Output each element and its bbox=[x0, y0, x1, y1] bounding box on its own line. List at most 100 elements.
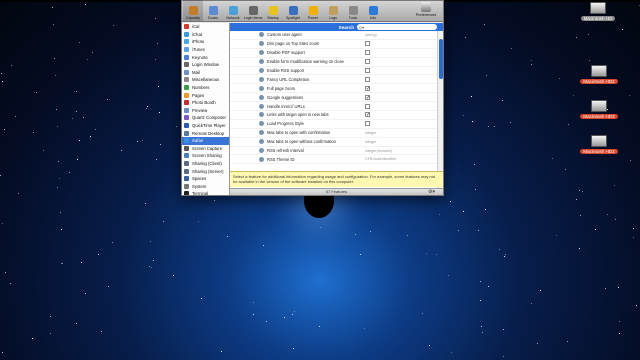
drive-icon[interactable]: Macintosh HD3 bbox=[578, 135, 620, 154]
toolbar-button-capacity[interactable]: Capacity bbox=[183, 0, 203, 21]
star bbox=[107, 99, 108, 100]
toolbar-preferences-button[interactable]: Preferences bbox=[411, 2, 441, 18]
sidebar-item-remote-desktop[interactable]: Remote Desktop bbox=[182, 129, 229, 137]
scrollbar-thumb[interactable] bbox=[439, 39, 443, 79]
sidebar-item-miscellaneous[interactable]: Miscellaneous bbox=[182, 76, 229, 84]
setting-row[interactable]: Custom user agent (string) bbox=[230, 31, 437, 40]
sidebar-item-system[interactable]: System bbox=[182, 182, 229, 190]
app-icon bbox=[184, 115, 189, 121]
star bbox=[478, 230, 479, 231]
star bbox=[81, 262, 82, 263]
sidebar-item-quicktime-player[interactable]: QuickTime Player bbox=[182, 122, 229, 130]
toolbar-label: Docks bbox=[208, 16, 218, 20]
sidebar-item-ical[interactable]: iCal bbox=[182, 23, 229, 31]
setting-value-field[interactable]: integer(minutes) bbox=[365, 149, 392, 153]
sidebar-item-sharing-client[interactable]: Sharing (Client) bbox=[182, 160, 229, 168]
sidebar-item-iphoto[interactable]: iPhoto bbox=[182, 38, 229, 46]
setting-row[interactable]: Google suggestions ✓ bbox=[230, 93, 437, 103]
setting-checkbox[interactable] bbox=[365, 68, 370, 73]
sidebar-item-pages[interactable]: Pages bbox=[182, 91, 229, 99]
setting-row[interactable]: Load Progress Style bbox=[230, 120, 437, 129]
sidebar-item-sharing-server[interactable]: Sharing (Server) bbox=[182, 167, 229, 175]
setting-value-field[interactable]: CFBundleIdentifier bbox=[365, 157, 396, 161]
star bbox=[579, 190, 580, 191]
toolbar-button-docks[interactable]: Docks bbox=[203, 0, 223, 21]
sidebar-item-terminal[interactable]: Terminal bbox=[182, 190, 229, 195]
setting-row[interactable]: Fancy URL Completion bbox=[230, 75, 437, 85]
star bbox=[95, 129, 96, 130]
sidebar-item-preview[interactable]: Preview bbox=[182, 107, 229, 115]
sidebar-item-login-window[interactable]: Login Window bbox=[182, 61, 229, 69]
drive-icon[interactable]: Macintosh HD3 bbox=[578, 100, 620, 119]
setting-row[interactable]: Full page zoom ✓ bbox=[230, 84, 437, 94]
star bbox=[142, 140, 143, 141]
setting-checkbox[interactable] bbox=[365, 121, 370, 127]
setting-row[interactable]: Max tabs to open with confirmation intege… bbox=[230, 129, 437, 138]
setting-value-field[interactable]: (string) bbox=[365, 33, 377, 37]
sidebar-item-keynote[interactable]: Keynote bbox=[182, 53, 229, 61]
sidebar-item-ichat[interactable]: iChat bbox=[182, 31, 229, 39]
star bbox=[511, 48, 512, 49]
setting-value-field[interactable]: integer bbox=[365, 131, 377, 135]
setting-value-field[interactable]: integer bbox=[365, 140, 377, 144]
toolbar-button-logs[interactable]: Logs bbox=[323, 0, 343, 21]
toolbar-button-network[interactable]: Network bbox=[223, 0, 243, 21]
star bbox=[429, 345, 430, 346]
sidebar-item-screen-capture[interactable]: Screen Capture bbox=[182, 145, 229, 153]
toolbar-button-spotlight[interactable]: Spotlight bbox=[283, 0, 303, 21]
search-input[interactable]: Q▾ bbox=[357, 24, 437, 30]
toolbar-label: Power bbox=[307, 16, 319, 20]
drive-label: Macintosh HD3 bbox=[580, 114, 618, 119]
setting-checkbox[interactable] bbox=[365, 59, 370, 65]
star bbox=[531, 64, 532, 65]
star bbox=[61, 229, 62, 230]
setting-row[interactable]: Max tabs to open without confirmation int… bbox=[230, 138, 437, 147]
star bbox=[448, 275, 449, 276]
setting-row[interactable]: Handle mms:// URLs bbox=[230, 102, 437, 112]
sidebar-item-screen-sharing[interactable]: Screen Sharing bbox=[182, 152, 229, 160]
power-icon bbox=[308, 6, 318, 15]
sidebar-item-mail[interactable]: Mail bbox=[182, 69, 229, 77]
setting-checkbox[interactable] bbox=[365, 76, 370, 82]
sidebar-item-safari[interactable]: Safari bbox=[182, 136, 229, 145]
app-icon bbox=[184, 107, 189, 113]
app-icon bbox=[184, 130, 189, 136]
sidebar-item-itunes[interactable]: iTunes bbox=[182, 46, 229, 54]
setting-row[interactable]: Disable PDF support bbox=[230, 49, 437, 58]
toolbar-button-info[interactable]: Info bbox=[363, 0, 383, 21]
toolbar-button-login-items[interactable]: Login Items bbox=[243, 0, 263, 21]
star bbox=[43, 150, 44, 151]
setting-row[interactable]: Enable RSS support bbox=[230, 67, 437, 76]
setting-checkbox[interactable] bbox=[365, 103, 370, 109]
vertical-scrollbar[interactable] bbox=[437, 31, 443, 190]
toolbar-button-power[interactable]: Power bbox=[303, 0, 323, 21]
setting-row[interactable]: Enable form modification warning on clos… bbox=[230, 58, 437, 67]
sidebar-item-numbers[interactable]: Numbers bbox=[182, 84, 229, 92]
drive-icon[interactable]: Macintosh HD2 bbox=[578, 65, 620, 84]
star bbox=[319, 326, 320, 327]
star bbox=[426, 253, 427, 254]
setting-checkbox[interactable] bbox=[365, 50, 370, 56]
setting-checkbox[interactable]: ✓ bbox=[365, 85, 370, 91]
setting-checkbox[interactable]: ✓ bbox=[365, 94, 370, 100]
sidebar-item-label: Sharing (Server) bbox=[192, 168, 224, 174]
sidebar-item-quartz-composer[interactable]: Quartz Composer bbox=[182, 114, 229, 122]
setting-label: RSS refresh interval bbox=[267, 148, 304, 154]
drive-icon[interactable]: Macintosh HD bbox=[577, 2, 619, 21]
toolbar-button-tools[interactable]: Tools bbox=[343, 0, 363, 21]
toolbar-label: Tools bbox=[348, 16, 358, 20]
gear-menu-icon[interactable]: ⚙▾ bbox=[428, 189, 435, 195]
setting-row[interactable]: RSS refresh interval integer(minutes) bbox=[230, 147, 437, 156]
hard-disk-icon bbox=[591, 100, 607, 112]
setting-row[interactable]: Dim page on Top Sites zoom bbox=[230, 40, 437, 49]
setting-checkbox[interactable]: ✓ bbox=[365, 112, 370, 118]
toolbar-button-startup[interactable]: Startup bbox=[263, 0, 283, 21]
sidebar-item-spaces[interactable]: Spaces bbox=[182, 175, 229, 183]
sidebar-item-label: Terminal bbox=[192, 191, 209, 195]
setting-row[interactable]: Links with target open in new tabs ✓ bbox=[230, 111, 437, 120]
star bbox=[2, 223, 3, 224]
star bbox=[540, 290, 541, 291]
setting-row[interactable]: RSS Theme ID CFBundleIdentifier bbox=[230, 155, 437, 165]
setting-checkbox[interactable] bbox=[365, 41, 370, 47]
sidebar-item-photo-booth[interactable]: Photo Booth bbox=[182, 99, 229, 107]
